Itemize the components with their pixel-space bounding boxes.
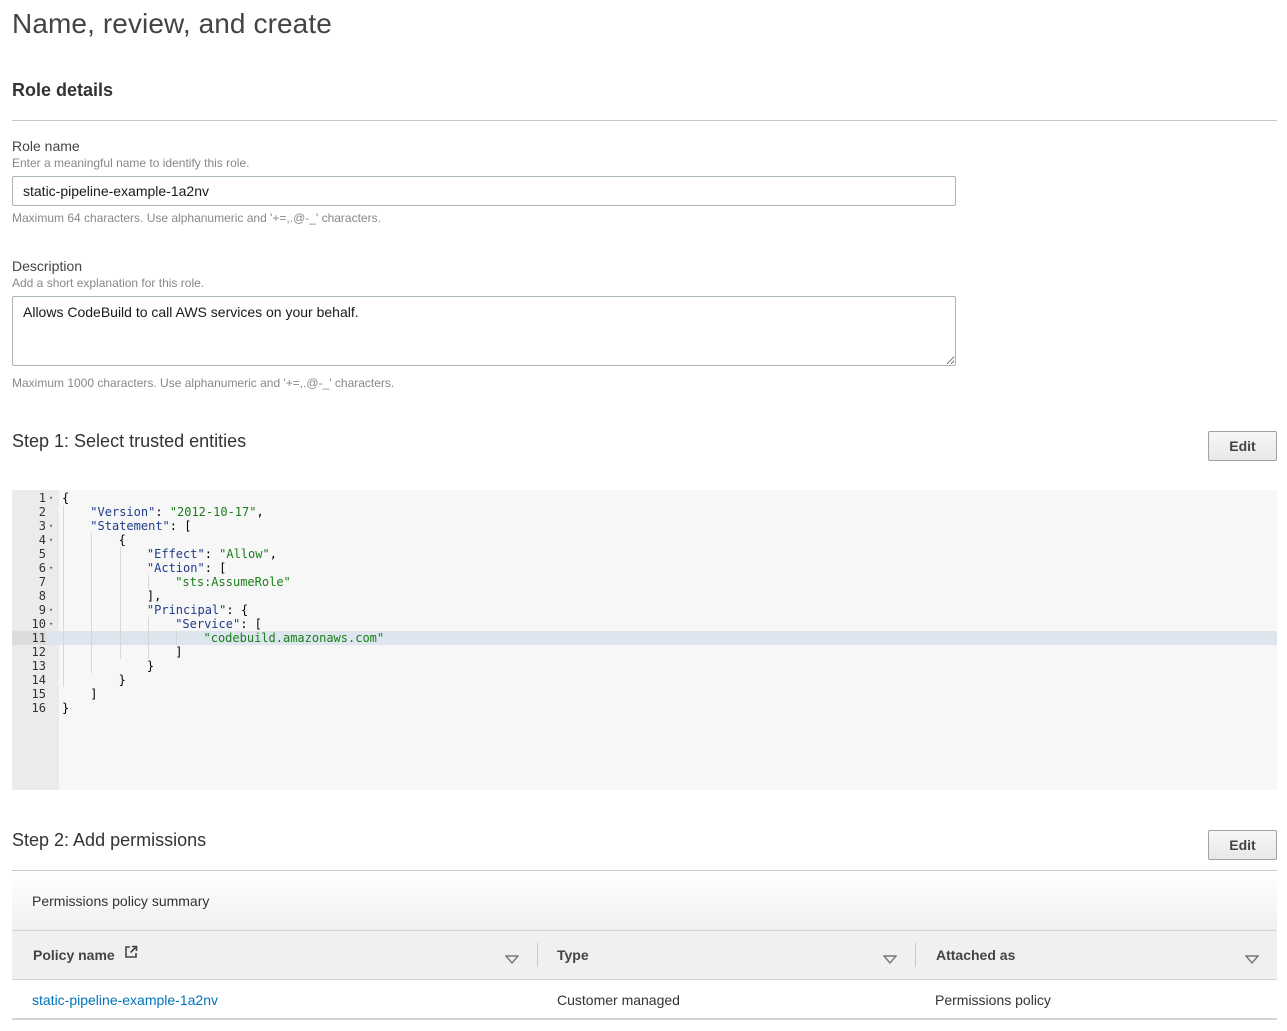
- role-details-heading: Role details: [12, 80, 114, 100]
- code-text: "Version": "2012-10-17",: [90, 505, 264, 519]
- sort-caret-icon[interactable]: [882, 951, 898, 965]
- description-hint: Add a short explanation for this role.: [12, 276, 205, 290]
- description-constraint: Maximum 1000 characters. Use alphanumeri…: [12, 376, 395, 390]
- role-name-constraint: Maximum 64 characters. Use alphanumeric …: [12, 211, 381, 225]
- role-name-input[interactable]: [12, 176, 956, 206]
- code-line: 13}: [12, 659, 1277, 673]
- column-header-policy-name-label: Policy name: [33, 947, 115, 963]
- permissions-summary-panel: Permissions policy summary: [12, 870, 1277, 930]
- line-number: 8: [38, 589, 46, 603]
- code-text: "Statement": [: [90, 519, 192, 533]
- code-text: "Service": [: [175, 617, 262, 631]
- sort-caret-icon[interactable]: [1244, 951, 1260, 965]
- line-number: 11: [12, 631, 46, 645]
- code-line: 11 "codebuild.amazonaws.com": [12, 631, 1277, 645]
- fold-arrow-icon[interactable]: ▾: [49, 533, 57, 547]
- role-name-hint: Enter a meaningful name to identify this…: [12, 156, 250, 170]
- fold-arrow-icon[interactable]: ▾: [49, 491, 57, 505]
- code-text: "Effect": "Allow",: [146, 547, 277, 561]
- permissions-summary-label: Permissions policy summary: [32, 893, 210, 909]
- fold-arrow-icon[interactable]: ▾: [49, 603, 57, 617]
- code-text: ],: [146, 589, 162, 603]
- trust-policy-editor[interactable]: 1 ▾{2 "Version": "2012-10-17", 3 ▾ "Statement…: [12, 490, 1277, 790]
- code-text: }: [146, 659, 155, 673]
- code-text: ]: [90, 687, 98, 701]
- line-number: 4: [38, 533, 46, 547]
- column-header-policy-name[interactable]: Policy name: [33, 931, 138, 979]
- line-number: 2: [38, 505, 46, 519]
- step1-title: Step 1: Select trusted entities: [12, 431, 247, 451]
- code-text: {: [118, 533, 126, 547]
- code-line: 15]: [12, 687, 1277, 701]
- code-line: 14}: [12, 673, 1277, 687]
- code-text: ]: [175, 645, 183, 659]
- policy-type-cell: Customer managed: [557, 992, 680, 1008]
- indent-guide: [176, 631, 178, 645]
- step2-edit-button[interactable]: Edit: [1208, 830, 1277, 860]
- code-text: "codebuild.amazonaws.com": [203, 631, 385, 645]
- step1-edit-button[interactable]: Edit: [1208, 431, 1277, 461]
- line-number: 13: [31, 659, 46, 673]
- description-label: Description: [12, 258, 83, 274]
- indent-guide: [91, 533, 93, 673]
- code-line: 7 "sts:AssumeRole": [12, 575, 1277, 589]
- fold-arrow-icon[interactable]: ▾: [49, 617, 57, 631]
- indent-guide: [147, 575, 149, 589]
- code-line: 2 "Version": "2012-10-17",: [12, 505, 1277, 519]
- indent-guide: [119, 547, 121, 659]
- code-line: 1 ▾ {: [12, 491, 1277, 505]
- indent-guide: [63, 505, 64, 687]
- line-number: 14: [31, 673, 46, 687]
- code-line: 9 ▾ "Principal": {: [12, 603, 1277, 617]
- line-number: 7: [38, 575, 46, 589]
- line-number: 6: [38, 561, 46, 575]
- code-text: }: [62, 701, 70, 715]
- line-number: 5: [38, 547, 46, 561]
- line-number: 9: [38, 603, 46, 617]
- role-name-label: Role name: [12, 138, 80, 154]
- policy-table-header: Policy name Type Attached as: [12, 930, 1277, 980]
- fold-arrow-icon[interactable]: ▾: [49, 519, 57, 533]
- code-text: "Principal": {: [146, 603, 249, 617]
- policy-name-link[interactable]: static-pipeline-example-1a2nv: [32, 992, 218, 1008]
- code-line: 10 ▾ "Service": [: [12, 617, 1277, 631]
- code-line: 4 ▾ {: [12, 533, 1277, 547]
- column-header-type[interactable]: Type: [557, 931, 589, 979]
- page-title: Name, review, and create: [12, 8, 332, 39]
- section-divider: [12, 120, 1277, 121]
- description-textarea[interactable]: Allows CodeBuild to call AWS services on…: [12, 296, 956, 366]
- code-text: }: [118, 673, 126, 687]
- column-separator: [537, 943, 538, 967]
- attached-as-cell: Permissions policy: [935, 992, 1051, 1008]
- code-line: 8],: [12, 589, 1277, 603]
- fold-arrow-icon[interactable]: ▾: [49, 561, 57, 575]
- indent-guide: [147, 617, 149, 659]
- line-number: 12: [31, 645, 46, 659]
- code-text: {: [62, 491, 70, 505]
- code-line: 6 ▾ "Action": [: [12, 561, 1277, 575]
- sort-caret-icon[interactable]: [504, 951, 520, 965]
- line-number: 10: [31, 617, 46, 631]
- table-row: static-pipeline-example-1a2nv Customer m…: [12, 980, 1277, 1020]
- column-separator: [915, 943, 916, 967]
- step2-title: Step 2: Add permissions: [12, 830, 207, 850]
- line-number: 1: [38, 491, 46, 505]
- code-line: 3 ▾ "Statement": [: [12, 519, 1277, 533]
- code-line: 12]: [12, 645, 1277, 659]
- code-text: "Action": [: [146, 561, 227, 575]
- line-number: 3: [38, 519, 46, 533]
- line-number: 16: [31, 701, 46, 715]
- column-header-attached-as[interactable]: Attached as: [936, 931, 1015, 979]
- external-link-icon: [124, 930, 138, 978]
- code-line: 16}: [12, 701, 1277, 715]
- code-line: 5 "Effect": "Allow",: [12, 547, 1277, 561]
- line-number: 15: [31, 687, 46, 701]
- code-text: "sts:AssumeRole": [175, 575, 291, 589]
